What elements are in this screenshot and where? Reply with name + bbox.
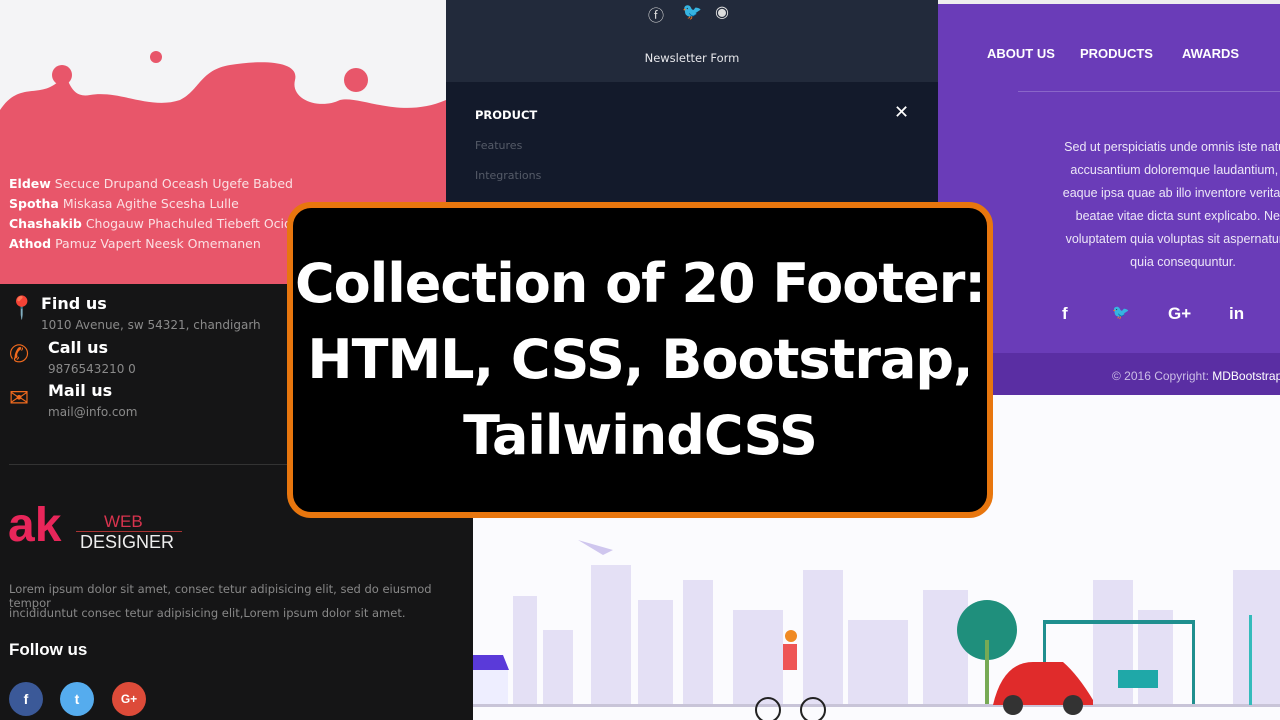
cyclist-icon bbox=[785, 630, 797, 642]
follow-us-heading: Follow us bbox=[9, 640, 88, 659]
facebook-icon[interactable]: f bbox=[1062, 304, 1068, 324]
close-icon[interactable]: ✕ bbox=[894, 102, 909, 123]
facebook-icon[interactable]: ⓕ bbox=[648, 2, 664, 26]
nav-about-us[interactable]: ABOUT US bbox=[987, 46, 1055, 61]
link-head[interactable]: Athod bbox=[9, 236, 51, 251]
link-items[interactable]: Miskasa Agithe Scesha Lulle bbox=[63, 196, 239, 211]
mail-us-label: Mail us bbox=[48, 381, 113, 400]
mdbootstrap-link[interactable]: MDBootstrap bbox=[1212, 369, 1280, 383]
title-line: HTML, CSS, Bootstrap, bbox=[307, 328, 973, 391]
link-head[interactable]: Eldew bbox=[9, 176, 51, 191]
divider bbox=[9, 464, 299, 465]
features-link[interactable]: Features bbox=[475, 139, 522, 152]
title-card: Collection of 20 Footer: HTML, CSS, Boot… bbox=[287, 202, 993, 518]
linkedin-icon[interactable]: in bbox=[1229, 304, 1244, 324]
product-heading[interactable]: PRODUCT bbox=[475, 108, 537, 122]
title-line: Collection of 20 Footer: bbox=[295, 252, 986, 315]
nav-products[interactable]: PRODUCTS bbox=[1080, 46, 1153, 61]
twitter-icon[interactable]: 🐦 bbox=[682, 2, 702, 21]
phone-number: 9876543210 0 bbox=[48, 362, 136, 376]
email: mail@info.com bbox=[48, 405, 138, 419]
google-plus-icon[interactable]: G+ bbox=[1168, 304, 1191, 324]
link-items[interactable]: Secuce Drupand Oceash Ugefe Babed bbox=[55, 176, 293, 191]
link-items[interactable]: Chogauw Phachuled Tiebeft Ocid Iz bbox=[86, 216, 306, 231]
twitter-icon[interactable]: 🐦 bbox=[1112, 304, 1129, 321]
phone-icon: ✆ bbox=[9, 340, 30, 368]
divider bbox=[1018, 91, 1280, 92]
call-us-label: Call us bbox=[48, 338, 108, 357]
link-items[interactable]: Pamuz Vapert Neesk Omemanen bbox=[55, 236, 261, 251]
bench-icon bbox=[1118, 670, 1158, 688]
github-icon[interactable]: ◉ bbox=[715, 2, 729, 21]
brand-web: WEB bbox=[104, 512, 143, 531]
link-head[interactable]: Spotha bbox=[9, 196, 59, 211]
footer-paragraph: Sed ut perspiciatis unde omnis iste natu… bbox=[1062, 140, 1280, 269]
google-plus-icon[interactable]: G+ bbox=[112, 682, 146, 716]
title-line: TailwindCSS bbox=[463, 404, 818, 467]
nav-awards[interactable]: AWARDS bbox=[1182, 46, 1239, 61]
tailwind-footer-accordion: PRODUCT ✕ Features Integrations bbox=[446, 82, 938, 202]
facebook-icon[interactable]: f bbox=[9, 682, 43, 716]
pink-footer-links: Eldew Secuce Drupand Oceash Ugefe Babed … bbox=[9, 174, 306, 254]
link-head[interactable]: Chashakib bbox=[9, 216, 82, 231]
newsletter-link[interactable]: Newsletter Form bbox=[446, 51, 938, 65]
brand-designer: DESIGNER bbox=[80, 532, 175, 552]
plane-icon bbox=[578, 540, 613, 555]
address: 1010 Avenue, sw 54321, chandigarh bbox=[41, 318, 261, 332]
find-us-label: Find us bbox=[41, 294, 107, 313]
tailwind-footer-top: ⓕ 🐦 ◉ Newsletter Form bbox=[446, 0, 938, 82]
mail-icon: ✉ bbox=[9, 384, 30, 412]
brand-logo: ak bbox=[8, 499, 62, 552]
about-text: incididuntut consec tetur adipisicing el… bbox=[9, 606, 406, 620]
map-pin-icon: 📍 bbox=[8, 296, 36, 321]
twitter-icon[interactable]: t bbox=[60, 682, 94, 716]
integrations-link[interactable]: Integrations bbox=[475, 169, 541, 182]
house-icon bbox=[473, 655, 509, 670]
